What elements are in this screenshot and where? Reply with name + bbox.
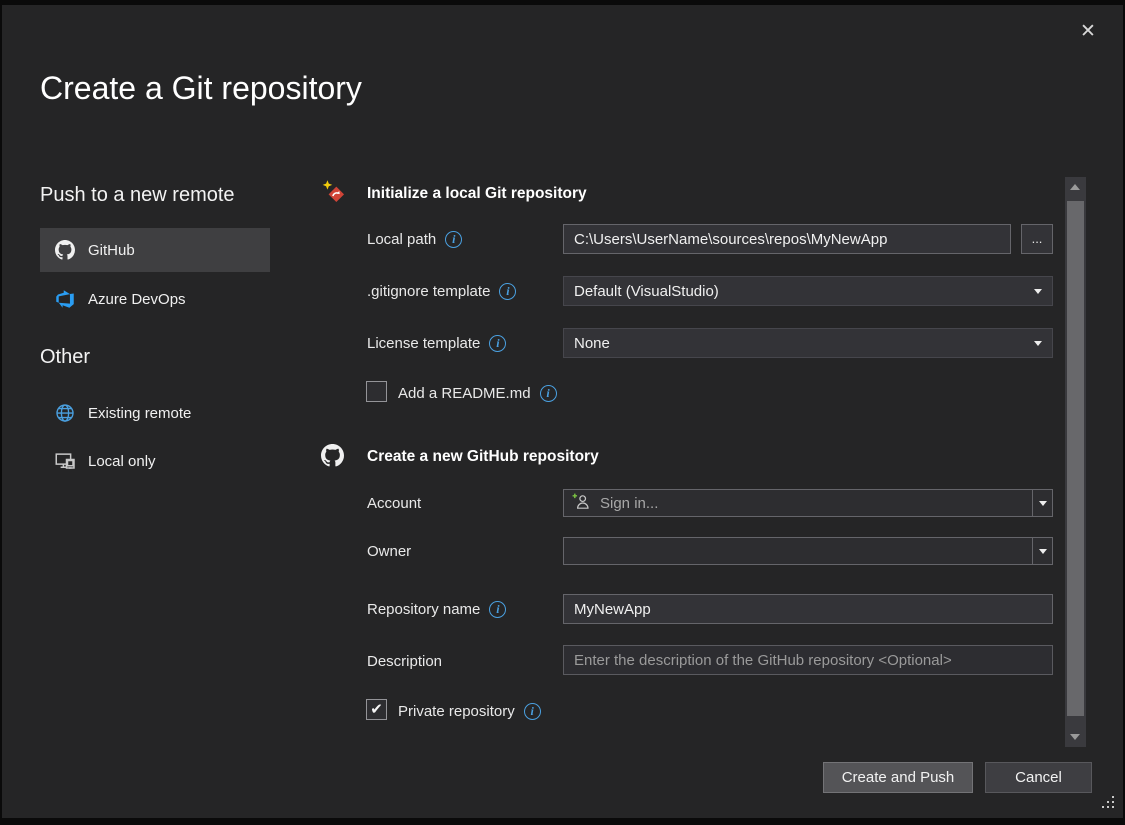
repository-name-label-row: Repository name — [367, 599, 506, 619]
github-section-icon — [321, 444, 344, 472]
scrollbar-up-arrow-icon[interactable] — [1070, 184, 1080, 190]
window-edge-top — [0, 0, 1125, 5]
readme-label-row: Add a README.md — [398, 383, 557, 403]
github-icon — [55, 240, 75, 260]
scrollbar-down-arrow-icon[interactable] — [1070, 734, 1080, 740]
private-repository-label-row: Private repository — [398, 701, 541, 721]
local-path-label-row: Local path — [367, 229, 462, 249]
gitignore-info-icon[interactable] — [499, 283, 516, 300]
gitignore-label: .gitignore template — [367, 283, 490, 300]
local-path-input[interactable] — [563, 224, 1011, 254]
gitignore-selected-value: Default (VisualStudio) — [574, 283, 719, 300]
scrollbar-thumb[interactable] — [1067, 201, 1084, 716]
repository-name-label: Repository name — [367, 601, 480, 618]
readme-checkbox[interactable] — [366, 381, 387, 402]
private-repository-checkbox[interactable] — [366, 699, 387, 720]
description-label: Description — [367, 653, 442, 670]
sidebar-item-local-only[interactable]: Local only — [40, 439, 270, 483]
browse-button[interactable]: ... — [1021, 224, 1053, 254]
create-and-push-button[interactable]: Create and Push — [823, 762, 973, 793]
repository-name-info-icon[interactable] — [489, 601, 506, 618]
sidebar-item-label: Existing remote — [88, 405, 191, 422]
other-heading: Other — [40, 346, 90, 369]
sidebar-item-azure-devops[interactable]: Azure DevOps — [40, 277, 270, 321]
local-path-info-icon[interactable] — [445, 231, 462, 248]
cancel-button[interactable]: Cancel — [985, 762, 1092, 793]
description-label-row: Description — [367, 651, 442, 671]
license-selected-value: None — [574, 335, 610, 352]
init-repository-icon — [321, 179, 348, 211]
dialog-title: Create a Git repository — [40, 70, 362, 107]
private-repository-info-icon[interactable] — [524, 703, 541, 720]
sidebar-item-github[interactable]: GitHub — [40, 228, 270, 272]
license-info-icon[interactable] — [489, 335, 506, 352]
azure-devops-icon — [55, 289, 75, 309]
license-label-row: License template — [367, 333, 506, 353]
init-section-heading: Initialize a local Git repository — [367, 185, 587, 203]
account-label-row: Account — [367, 493, 421, 513]
owner-dropdown[interactable] — [563, 537, 1053, 565]
local-path-label: Local path — [367, 231, 436, 248]
license-template-dropdown[interactable]: None — [563, 328, 1053, 358]
chevron-down-icon — [1034, 341, 1042, 346]
sidebar-item-existing-remote[interactable]: Existing remote — [40, 391, 270, 435]
chevron-down-icon — [1034, 289, 1042, 294]
resize-grip[interactable] — [1100, 794, 1116, 815]
account-dropdown[interactable]: Sign in... — [563, 489, 1053, 517]
github-section-heading: Create a new GitHub repository — [367, 448, 599, 466]
create-git-repository-dialog: { "window": { "title": "Create a Git rep… — [0, 0, 1125, 825]
window-edge-left — [0, 0, 2, 825]
owner-dropdown-button[interactable] — [1032, 538, 1052, 564]
sidebar-item-label: GitHub — [88, 242, 135, 259]
description-input[interactable] — [563, 645, 1053, 675]
account-dropdown-button[interactable] — [1032, 490, 1052, 516]
sidebar-item-label: Azure DevOps — [88, 291, 186, 308]
license-label: License template — [367, 335, 480, 352]
sidebar-item-label: Local only — [88, 453, 156, 470]
readme-label: Add a README.md — [398, 385, 531, 402]
sign-in-icon — [572, 493, 592, 513]
window-edge-bottom — [0, 818, 1125, 825]
gitignore-label-row: .gitignore template — [367, 281, 516, 301]
gitignore-template-dropdown[interactable]: Default (VisualStudio) — [563, 276, 1053, 306]
close-button[interactable]: ✕ — [1072, 16, 1104, 46]
chevron-down-icon — [1039, 501, 1047, 506]
push-to-remote-heading: Push to a new remote — [40, 184, 235, 207]
globe-icon — [55, 403, 75, 423]
account-placeholder: Sign in... — [600, 495, 658, 512]
monitor-icon — [55, 451, 75, 471]
repository-name-input[interactable] — [563, 594, 1053, 624]
owner-label: Owner — [367, 543, 411, 560]
account-label: Account — [367, 495, 421, 512]
readme-info-icon[interactable] — [540, 385, 557, 402]
owner-label-row: Owner — [367, 541, 411, 561]
scrollbar-track[interactable] — [1065, 177, 1086, 747]
private-repository-label: Private repository — [398, 703, 515, 720]
chevron-down-icon — [1039, 549, 1047, 554]
